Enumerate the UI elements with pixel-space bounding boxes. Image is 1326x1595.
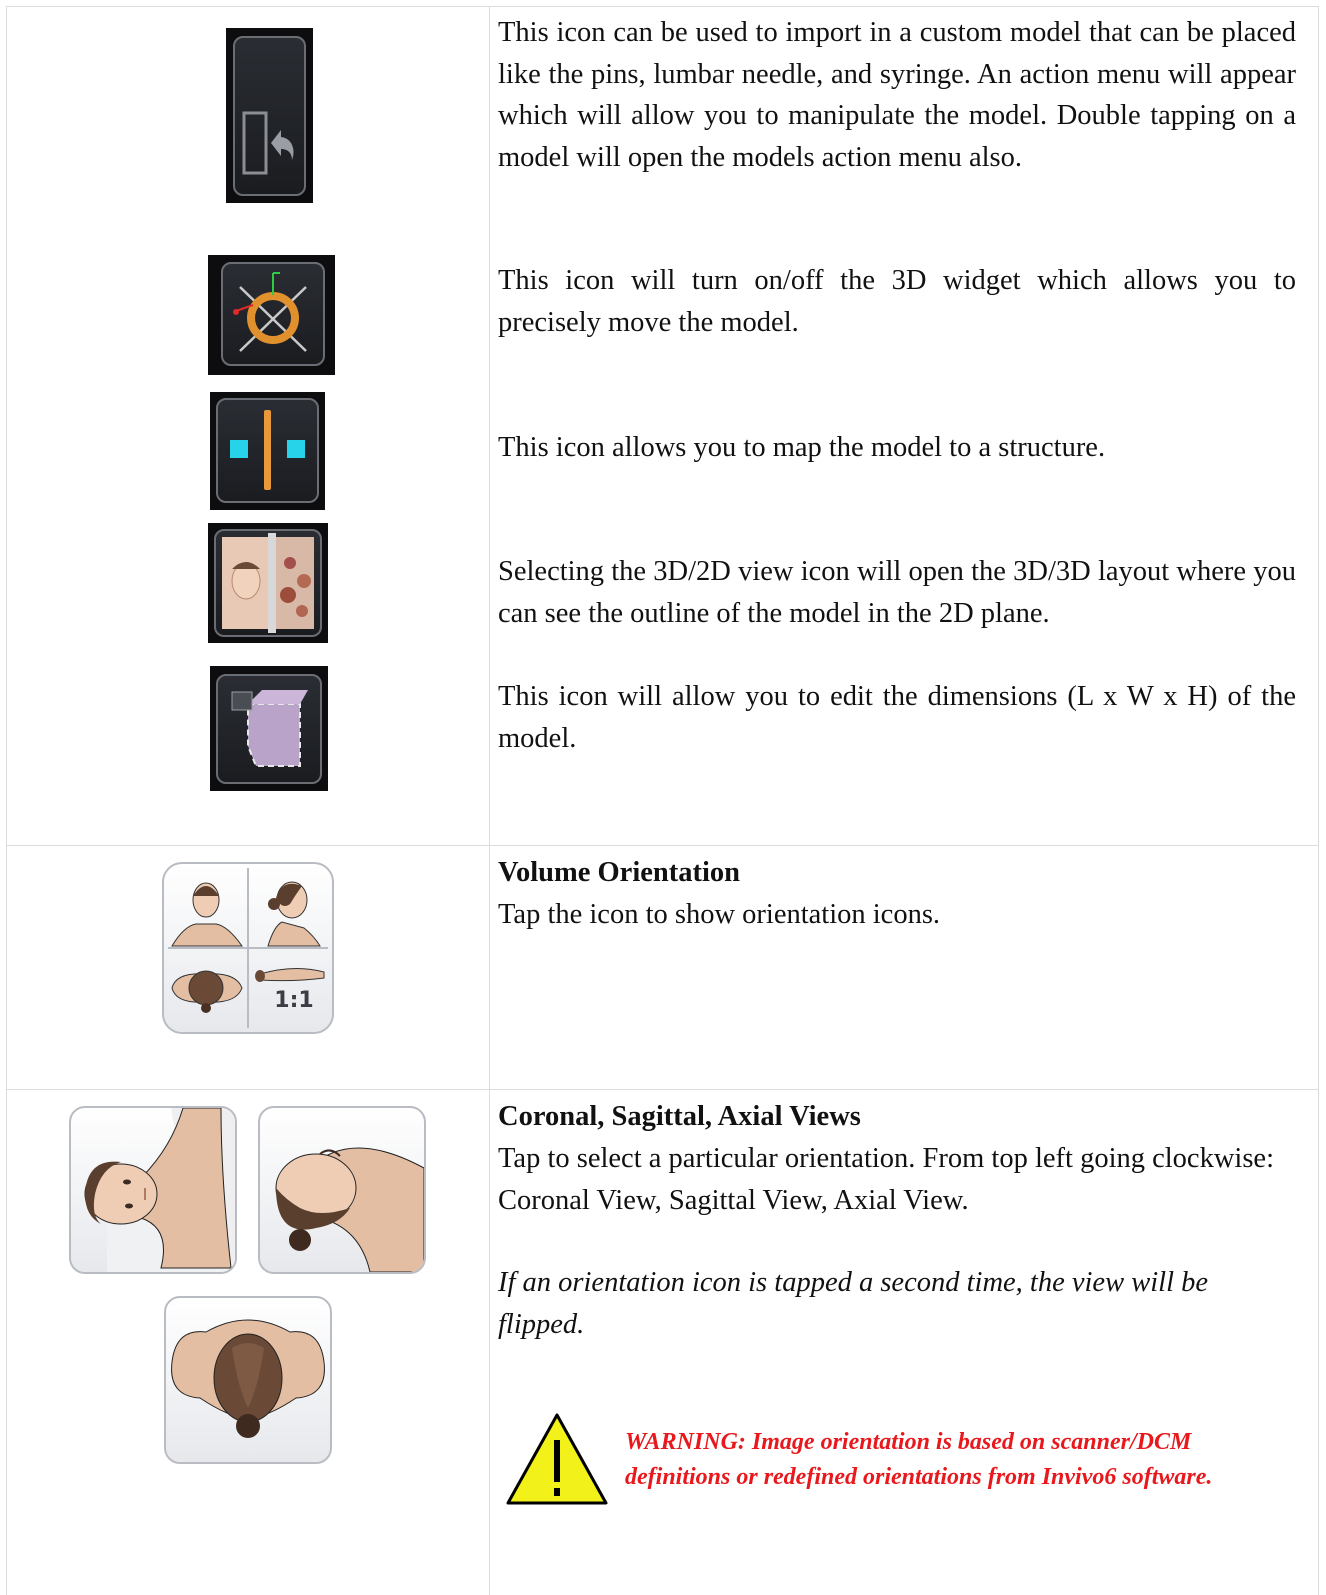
- row-divider-2: [6, 1089, 1319, 1090]
- views-flip-note: If an orientation icon is tapped a secon…: [498, 1267, 1209, 1340]
- warning-line-1: WARNING: Image orientation is based on s…: [625, 1429, 1192, 1455]
- view-3d-2d-icon[interactable]: [208, 523, 328, 643]
- table-border-top: [6, 6, 1319, 7]
- views-title: Coronal, Sagittal, Axial Views: [498, 1101, 861, 1132]
- ratio-label: 1:1: [274, 988, 314, 1013]
- views-description: Tap to select a particular orientation. …: [498, 1143, 1274, 1216]
- sagittal-view-icon[interactable]: [258, 1106, 426, 1274]
- table-border-left: [6, 6, 7, 1595]
- volume-orientation-description: Tap the icon to show orientation icons.: [498, 899, 941, 930]
- edit-dimensions-description: This icon will allow you to edit the dim…: [498, 681, 1296, 754]
- volume-orientation-icon[interactable]: 1:1: [162, 862, 334, 1034]
- map-structure-icon[interactable]: [210, 392, 325, 510]
- import-model-icon[interactable]: [226, 28, 313, 203]
- map-structure-description: This icon allows you to map the model to…: [498, 432, 1106, 463]
- edit-dimensions-icon[interactable]: [210, 666, 328, 791]
- volume-orientation-title: Volume Orientation: [498, 857, 740, 888]
- axial-view-icon[interactable]: [164, 1296, 332, 1464]
- table-border-right: [1318, 6, 1319, 1595]
- row-divider-1: [6, 845, 1319, 846]
- import-model-description: This icon can be used to import in a cus…: [498, 17, 1296, 173]
- warning-line-2: definitions or redefined orientations fr…: [625, 1464, 1213, 1490]
- warning-icon: [505, 1412, 609, 1506]
- view-3d-2d-description: Selecting the 3D/2D view icon will open …: [498, 556, 1296, 629]
- widget-3d-description: This icon will turn on/off the 3D widget…: [498, 265, 1296, 338]
- table-column-divider: [489, 6, 490, 1595]
- widget-3d-icon[interactable]: [208, 255, 335, 375]
- coronal-view-icon[interactable]: [69, 1106, 237, 1274]
